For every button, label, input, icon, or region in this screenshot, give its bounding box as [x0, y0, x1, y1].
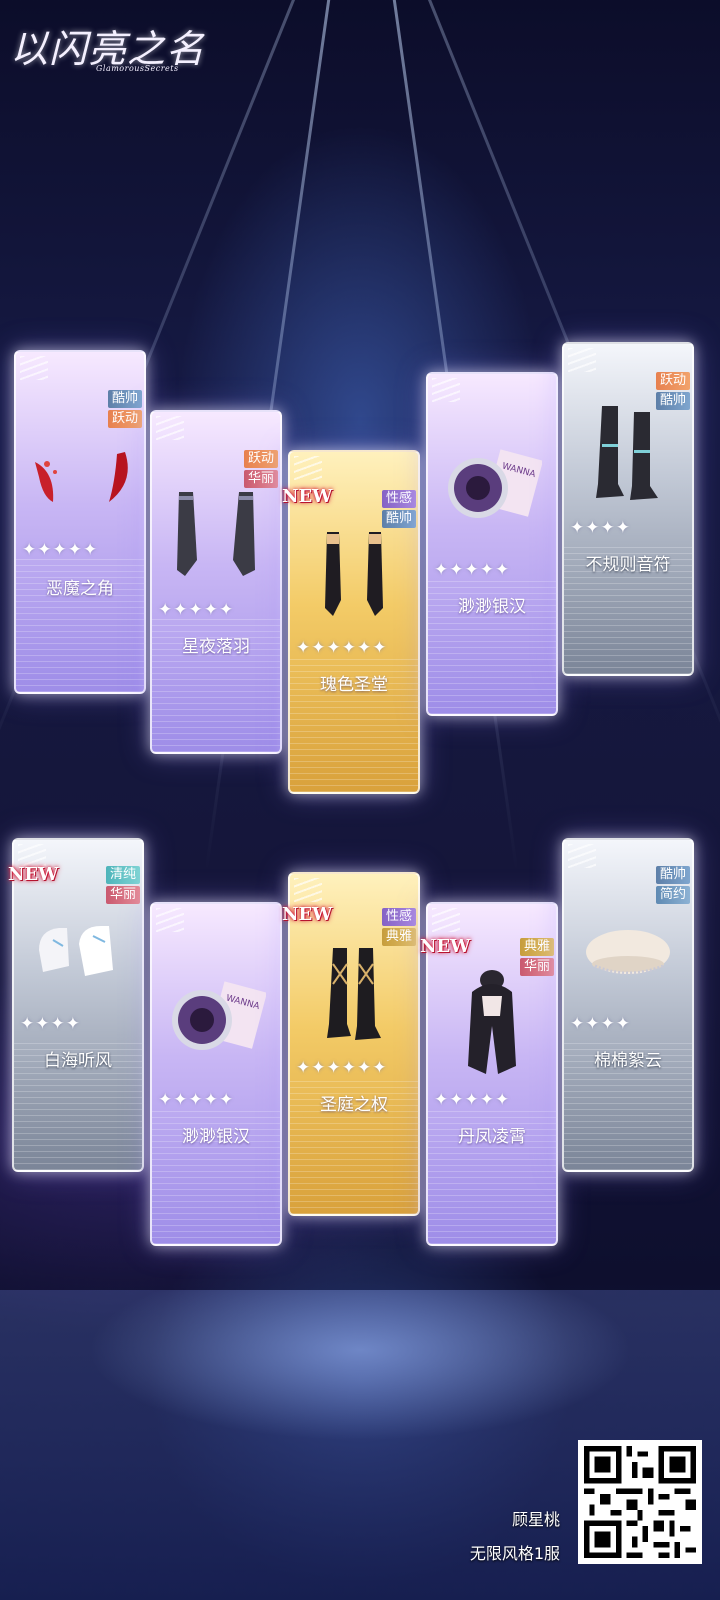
style-tag: 跃动 — [243, 450, 278, 468]
card-decoration — [156, 908, 184, 932]
clothing-card-1[interactable]: 酷帅 跃动 ✦✦✦✦✦ 恶魔之角 — [14, 350, 146, 694]
style-tags: 酷帅 跃动 — [107, 390, 142, 428]
clothing-card-4[interactable]: WANNA ✦✦✦✦✦ 渺渺银汉 — [426, 372, 558, 716]
hair-icon — [452, 966, 532, 1076]
rarity-stars: ✦✦✦✦✦ — [158, 600, 235, 620]
item-name: 白海听风 — [44, 1051, 112, 1071]
logo-subtitle: GlamorousSecrets — [96, 64, 179, 73]
qr-code — [578, 1440, 702, 1564]
style-tags: 清纯 华丽 — [105, 866, 140, 904]
card-decoration — [568, 844, 596, 868]
boots-icon — [588, 404, 668, 504]
rarity-stars: ✦✦✦✦ — [570, 518, 631, 538]
new-badge: NEW — [282, 486, 333, 507]
style-tag: 酷帅 — [655, 866, 690, 884]
author-name: 顾星桃 — [511, 1510, 560, 1529]
card-decoration — [294, 456, 322, 480]
item-name: 丹凤凌霄 — [458, 1127, 526, 1147]
item-name: 棉棉絮云 — [594, 1051, 662, 1071]
style-tags: 性感 典雅 — [381, 908, 416, 946]
item-name: 瑰色圣堂 — [320, 675, 388, 695]
clothing-card-2[interactable]: 跃动 华丽 ✦✦✦✦✦ 星夜落羽 — [150, 410, 282, 754]
card-decoration — [20, 356, 48, 380]
rarity-stars: ✦✦✦✦ — [20, 1014, 81, 1034]
rarity-stars: ✦✦✦✦ — [570, 1014, 631, 1034]
style-tag: 华丽 — [243, 470, 278, 488]
clothing-card-7[interactable]: WANNA ✦✦✦✦✦ 渺渺银汉 — [150, 902, 282, 1246]
rarity-stars: ✦✦✦✦✦ — [434, 560, 511, 580]
card-decoration — [568, 348, 596, 372]
black-gloves-icon — [171, 490, 261, 580]
eye-lens-icon: WANNA — [166, 976, 268, 1066]
style-tag: 性感 — [381, 908, 416, 926]
style-tag: 酷帅 — [107, 390, 142, 408]
style-tags: 性感 酷帅 — [381, 490, 416, 528]
clothing-card-5[interactable]: 跃动 酷帅 ✦✦✦✦ 不规则音符 — [562, 342, 694, 676]
style-tag: 性感 — [381, 490, 416, 508]
style-tag: 华丽 — [105, 886, 140, 904]
clothing-card-10[interactable]: 酷帅 简约 ✦✦✦✦ 棉棉絮云 — [562, 838, 694, 1172]
white-shoes-icon — [33, 920, 123, 990]
item-name: 星夜落羽 — [182, 637, 250, 657]
card-decoration — [294, 878, 322, 902]
card-decoration — [432, 908, 460, 932]
server-name: 无限风格1服 — [469, 1544, 560, 1563]
style-tags: 酷帅 简约 — [655, 866, 690, 904]
style-tags: 跃动 华丽 — [243, 450, 278, 488]
card-decoration — [156, 416, 184, 440]
style-tag: 跃动 — [655, 372, 690, 390]
rarity-stars: ✦✦✦✦✦ — [158, 1090, 235, 1110]
item-name: 恶魔之角 — [46, 579, 114, 599]
clothing-card-6[interactable]: 清纯 华丽 ✦✦✦✦ 白海听风 — [12, 838, 144, 1172]
item-name: 渺渺银汉 — [458, 597, 526, 617]
rarity-stars: ✦✦✦✦✦✦ — [296, 1058, 388, 1078]
item-name: 渺渺银汉 — [182, 1127, 250, 1147]
item-name: 不规则音符 — [585, 555, 671, 575]
new-badge: NEW — [8, 864, 59, 885]
item-name: 圣庭之权 — [320, 1095, 388, 1115]
rarity-stars: ✦✦✦✦✦ — [22, 540, 99, 560]
style-tag: 简约 — [655, 886, 690, 904]
style-tag: 酷帅 — [381, 510, 416, 528]
style-tag: 跃动 — [107, 410, 142, 428]
devil-horns-icon — [25, 442, 135, 512]
rarity-stars: ✦✦✦✦✦✦ — [296, 638, 388, 658]
style-tag: 清纯 — [105, 866, 140, 884]
black-gloves-icon — [319, 530, 389, 620]
boots-icon — [319, 944, 389, 1044]
rarity-stars: ✦✦✦✦✦ — [434, 1090, 511, 1110]
new-badge: NEW — [282, 904, 333, 925]
eye-lens-icon: WANNA — [442, 444, 544, 534]
new-badge: NEW — [420, 936, 471, 957]
game-logo: 以闪亮之名 GlamorousSecrets — [10, 18, 205, 73]
card-decoration — [432, 378, 460, 402]
beret-icon — [583, 926, 673, 986]
style-tag: 典雅 — [519, 938, 554, 956]
